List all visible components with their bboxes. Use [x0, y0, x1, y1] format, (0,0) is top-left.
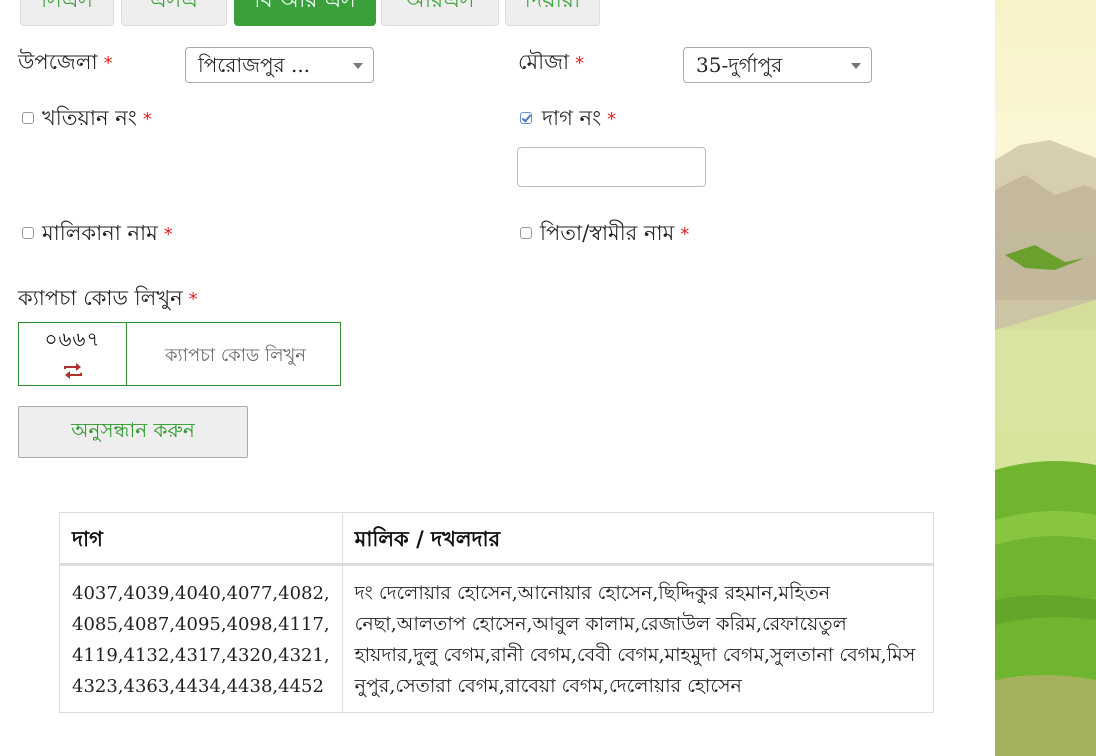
search-button[interactable]: অনুসন্ধান করুন — [18, 406, 248, 458]
dag-checkbox[interactable] — [520, 112, 532, 124]
tab-diara[interactable]: দিয়ারা — [505, 0, 600, 26]
column-header-dag: দাগ — [59, 512, 343, 566]
refresh-icon[interactable] — [19, 362, 126, 383]
chevron-down-icon — [353, 63, 363, 69]
required-mark: * — [142, 109, 152, 130]
mouza-label: মৌজা * — [518, 50, 585, 74]
owner-name-checkbox[interactable] — [22, 227, 34, 239]
dag-label: দাগ নং * — [542, 106, 617, 130]
upazila-label: উপজেলা * — [18, 50, 113, 74]
owner-name-label: মালিকানা নাম * — [42, 221, 173, 245]
tab-brs[interactable]: বি আর এস — [234, 0, 376, 26]
column-header-owner: মালিক / দখলদার — [341, 512, 935, 566]
captcha-label: ক্যাপচা কোড লিখুন * — [18, 286, 198, 310]
table-header-row: দাগ মালিক / দখলদার — [59, 512, 935, 566]
khatian-label: খতিয়ান নং * — [42, 106, 152, 130]
tab-cs[interactable]: সিএস — [20, 0, 114, 26]
decorative-landscape-image — [995, 0, 1096, 756]
required-mark: * — [103, 53, 113, 74]
results-table: দাগ মালিক / দখলদার 4037,4039,4040,4077,4… — [59, 512, 935, 713]
khatian-checkbox[interactable] — [22, 112, 34, 124]
required-mark: * — [680, 224, 690, 245]
father-name-label: পিতা/স্বামীর নাম * — [540, 221, 690, 245]
captcha-image: ০৬৬৭ — [19, 323, 127, 385]
tab-sa[interactable]: এসএ — [121, 0, 227, 26]
chevron-down-icon — [851, 63, 861, 69]
required-mark: * — [575, 53, 585, 74]
dag-input[interactable] — [517, 147, 706, 187]
required-mark: * — [607, 109, 617, 130]
captcha-box: ০৬৬৭ — [18, 322, 344, 387]
required-mark: * — [188, 289, 198, 310]
captcha-input[interactable] — [127, 323, 344, 387]
tab-rs[interactable]: আরএস — [381, 0, 499, 26]
required-mark: * — [163, 224, 173, 245]
captcha-code: ০৬৬৭ — [44, 327, 101, 351]
owners-cell: দং দেলোয়ার হোসেন,আনোয়ার হোসেন,ছিদ্দিকু… — [341, 564, 935, 713]
dag-numbers-cell: 4037,4039,4040,4077,4082, 4085,4087,4095… — [59, 564, 343, 713]
upazila-select[interactable]: পিরোজপুর ... — [185, 47, 374, 83]
mouza-select[interactable]: 35-দুর্গাপুর — [683, 47, 872, 83]
father-name-checkbox[interactable] — [520, 227, 532, 239]
search-form-panel: সিএস এসএ বি আর এস আরএস দিয়ারা উপজেলা * প… — [0, 0, 995, 756]
table-row: 4037,4039,4040,4077,4082, 4085,4087,4095… — [59, 564, 935, 713]
